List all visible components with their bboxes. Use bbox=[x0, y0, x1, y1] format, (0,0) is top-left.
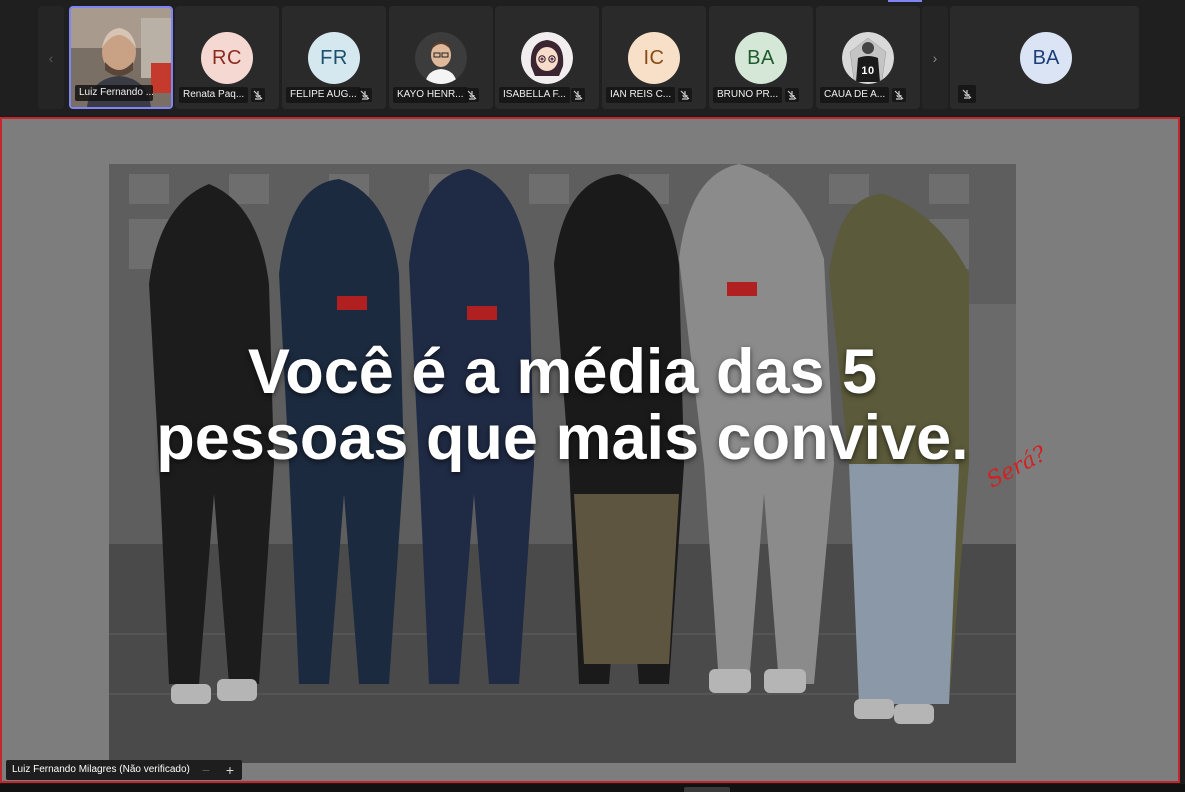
previous-participants-button[interactable]: ‹ bbox=[38, 6, 64, 109]
zoom-out-button[interactable]: − bbox=[194, 760, 218, 780]
slide-headline: Você é a média das 5 pessoas que mais co… bbox=[109, 339, 1016, 471]
bottom-handle[interactable] bbox=[684, 787, 730, 792]
participant-name: IAN REIS C... bbox=[606, 87, 676, 103]
anime-avatar-icon bbox=[521, 32, 573, 84]
mic-muted-icon bbox=[892, 88, 906, 102]
bottom-bar bbox=[0, 784, 1185, 792]
meeting-window: ‹ Luiz Fernando ... RC Renata Paq... FR … bbox=[0, 0, 1185, 792]
jersey-10-icon: 10 bbox=[842, 32, 894, 84]
initials-avatar: IC bbox=[628, 32, 680, 84]
mic-muted-icon bbox=[571, 88, 585, 102]
mic-muted-icon bbox=[251, 88, 265, 102]
participant-tile-video[interactable]: Luiz Fernando ... bbox=[69, 6, 173, 109]
participant-name: FELIPE AUG... bbox=[286, 87, 361, 103]
participant-tile[interactable]: BA BRUNO PR... bbox=[709, 6, 813, 109]
presenter-label: Luiz Fernando Milagres (Não verificado) bbox=[6, 760, 196, 780]
mic-muted-icon bbox=[465, 88, 479, 102]
initials-avatar: FR bbox=[308, 32, 360, 84]
participant-tile[interactable]: ISABELLA F... bbox=[495, 6, 599, 109]
svg-text:10: 10 bbox=[861, 65, 874, 77]
presentation-slide: Você é a média das 5 pessoas que mais co… bbox=[109, 164, 1016, 763]
headline-line-1: Você é a média das 5 bbox=[247, 337, 878, 407]
participant-name: KAYO HENR... bbox=[393, 87, 468, 103]
initials-avatar: BA bbox=[735, 32, 787, 84]
participant-name: ISABELLA F... bbox=[499, 87, 570, 103]
mic-muted-icon bbox=[678, 88, 692, 102]
active-indicator bbox=[888, 0, 922, 2]
headline-line-2: pessoas que mais convive. bbox=[156, 403, 969, 473]
initials-avatar: BA bbox=[1020, 32, 1072, 84]
zoom-controls: − + bbox=[194, 760, 242, 780]
participant-tile[interactable]: FR FELIPE AUG... bbox=[282, 6, 386, 109]
participant-name: Renata Paq... bbox=[179, 87, 249, 103]
mic-muted-icon bbox=[358, 88, 372, 102]
participant-tile[interactable]: IC IAN REIS C... bbox=[602, 6, 706, 109]
next-participants-button[interactable]: › bbox=[922, 6, 948, 109]
participant-tile[interactable]: 10 CAUA DE A... bbox=[816, 6, 920, 109]
initials-avatar: RC bbox=[201, 32, 253, 84]
person-photo-icon bbox=[415, 32, 467, 84]
mic-muted-icon bbox=[785, 88, 799, 102]
zoom-in-button[interactable]: + bbox=[218, 760, 242, 780]
mic-muted-icon bbox=[958, 85, 976, 103]
participant-name: BRUNO PR... bbox=[713, 87, 783, 103]
participant-tile[interactable]: RC Renata Paq... bbox=[175, 6, 279, 109]
participant-tile-large[interactable]: BA bbox=[950, 6, 1139, 109]
participant-name: CAUA DE A... bbox=[820, 87, 890, 103]
participant-tile[interactable]: KAYO HENR... bbox=[389, 6, 493, 109]
shared-screen-stage: Você é a média das 5 pessoas que mais co… bbox=[0, 117, 1180, 783]
participant-name: Luiz Fernando ... bbox=[75, 85, 153, 101]
